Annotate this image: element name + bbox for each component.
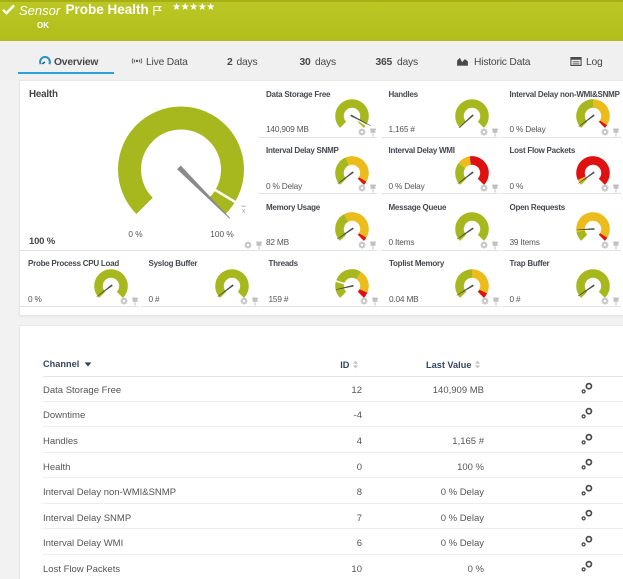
svg-text:x: x xyxy=(241,208,245,214)
